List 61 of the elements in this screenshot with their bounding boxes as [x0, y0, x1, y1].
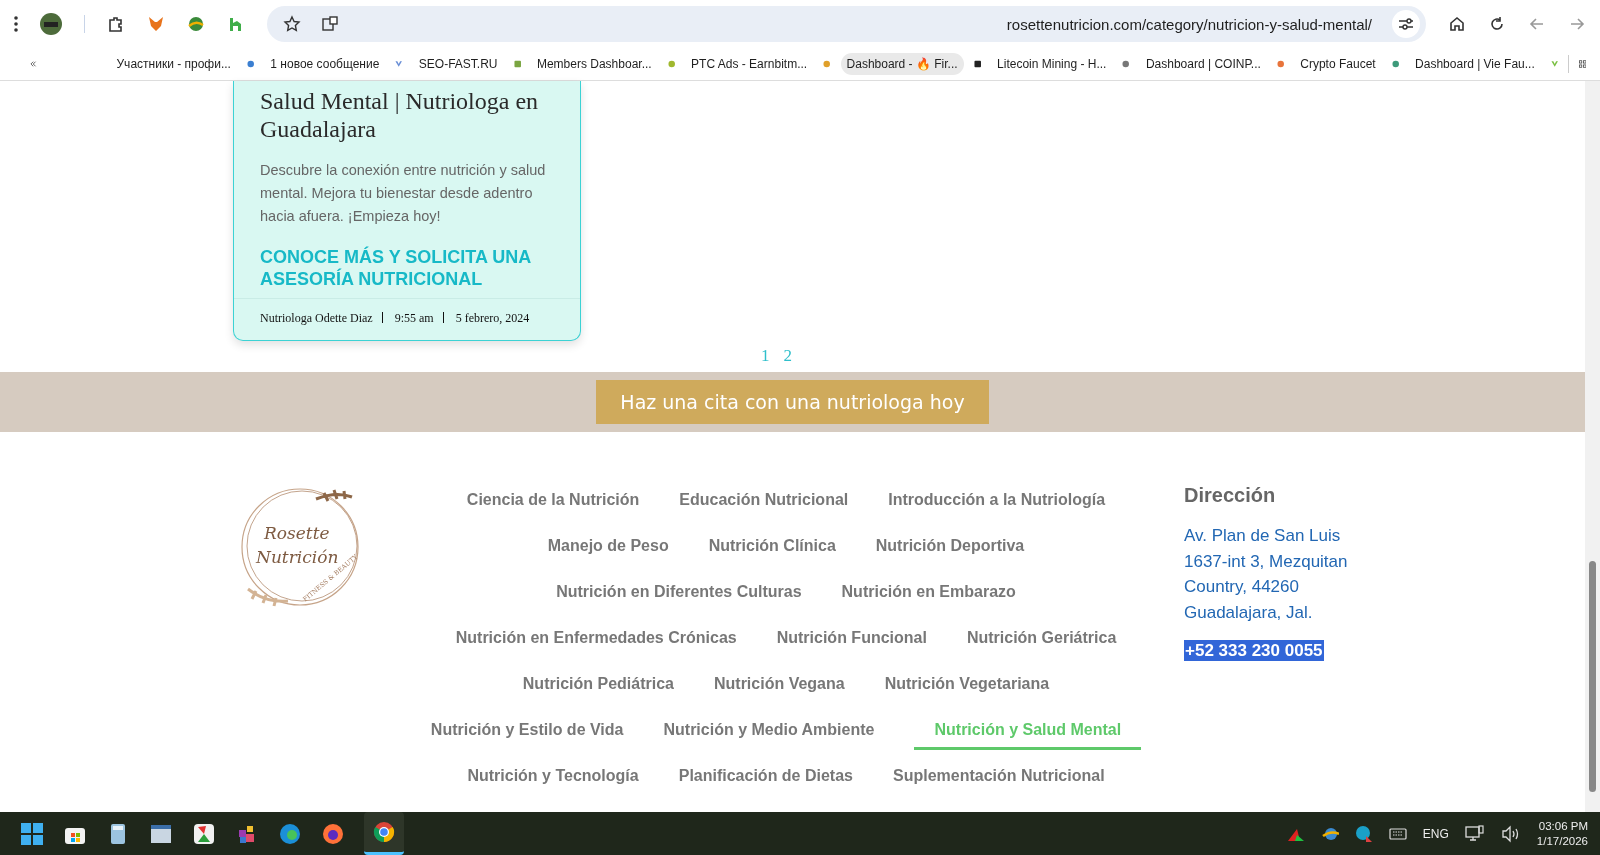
network-icon[interactable] [1464, 824, 1485, 843]
category-link[interactable]: Suplementación Nutricional [893, 766, 1105, 792]
post-author: Nutriologa Odette Diaz [260, 311, 373, 325]
category-link[interactable]: Nutrición Vegetariana [884, 674, 1050, 700]
category-link[interactable]: Nutrición Pediátrica [522, 674, 674, 700]
category-link[interactable]: Nutrición Deportiva [875, 536, 1025, 562]
clock[interactable]: 03:06 PM 1/17/2026 [1536, 818, 1588, 849]
address-text: Av. Plan de San Luis 1637-int 3, Mezquitan Country, 44260 Guadalajara, Jal. [1184, 525, 1348, 624]
category-link[interactable]: Planificación de Dietas [678, 766, 853, 792]
bookmark-item[interactable]: 1 новое сообщение [264, 53, 386, 75]
scrollbar-thumb[interactable] [1589, 561, 1596, 792]
reload-icon[interactable] [1488, 15, 1506, 33]
firefox-browser-icon[interactable] [321, 821, 345, 846]
category-link[interactable]: Nutrición y Tecnología [467, 766, 639, 792]
menu-icon[interactable] [14, 16, 18, 32]
post-time: 9:55 am [394, 311, 434, 325]
category-link[interactable]: Educación Nutricional [679, 490, 849, 516]
bookmark-item[interactable]: Dashboard | Vie Fau... [1409, 53, 1541, 75]
bookmark-item[interactable]: SEO-FAST.RU [412, 53, 504, 75]
category-link[interactable]: Nutrición Funcional [776, 628, 927, 654]
category-link[interactable]: Nutrición en Embarazo [841, 582, 1016, 608]
address-bar[interactable]: rosettenutricion.com/category/nutricion-y-salud-mental/ [267, 6, 1426, 42]
globe-tray-icon[interactable] [1320, 825, 1339, 842]
bookmark-item[interactable]: Crypto Faucet [1294, 53, 1382, 75]
phone-link[interactable]: +52 333 230 0055 [1184, 640, 1324, 661]
bookmark-item[interactable]: Members Dashboar... [530, 53, 658, 75]
bookmark-item[interactable]: PTC Ads - Earnbitm... [685, 53, 814, 75]
post-title[interactable]: Salud Mental | Nutriologa en Guadalajara [260, 87, 554, 143]
site-settings-icon[interactable] [1392, 10, 1420, 38]
star-icon [283, 15, 301, 33]
bookmark-item[interactable]: Dashboard | COINP... [1139, 53, 1267, 75]
windows-start-icon[interactable] [20, 821, 44, 846]
extensions-icon[interactable] [107, 15, 125, 33]
category-link[interactable]: Ciencia de la Nutrición [466, 490, 640, 516]
category-link[interactable]: Nutrición en Diferentes Culturas [556, 582, 802, 608]
address-heading: Dirección [1184, 484, 1277, 507]
post-excerpt: Descubre la conexión entre nutrición y salud mental. Mejora tu bienestar desde adentro hacia afuera. ¡Empieza hoy! [260, 161, 547, 226]
circle-tray-icon[interactable] [1354, 824, 1373, 843]
category-link[interactable]: Nutrición Geriátrica [966, 628, 1117, 654]
bookmark-item[interactable]: Dashboard - 🔥 Fir... [840, 53, 964, 75]
category-link[interactable]: Nutrición Clínica [708, 536, 836, 562]
bookmark-item[interactable]: Участники - профи... [110, 53, 237, 75]
category-link[interactable]: Nutrición y Medio Ambiente [663, 720, 875, 746]
home-icon[interactable] [1448, 15, 1466, 33]
bookmark-item[interactable]: Litecoin Mining - H... [991, 53, 1113, 75]
profile-avatar-icon[interactable] [40, 13, 62, 35]
fox-extension-icon[interactable] [147, 15, 165, 33]
keyboard-icon[interactable] [1388, 826, 1407, 841]
category-link[interactable]: Introducción a la Nutriología [888, 490, 1106, 516]
page-link[interactable]: 2 [783, 346, 792, 367]
language-indicator[interactable]: ENG [1422, 826, 1449, 841]
edge-browser-icon[interactable] [278, 821, 302, 846]
category-link[interactable]: Nutrición Vegana [713, 674, 845, 700]
chrome-browser-icon[interactable] [372, 820, 396, 844]
post-date: 5 febrero, 2024 [455, 311, 530, 325]
category-link[interactable]: Nutrición y Estilo de Vida [430, 720, 624, 746]
category-link[interactable]: Nutrición en Enfermedades Crónicas [455, 628, 737, 654]
url-text: rosettenutricion.com/category/nutricion-y-salud-mental/ [1006, 15, 1372, 33]
speaker-icon[interactable] [1500, 824, 1521, 843]
category-link[interactable]: Manejo de Peso [547, 536, 669, 562]
globe-extension-icon[interactable] [187, 15, 205, 33]
